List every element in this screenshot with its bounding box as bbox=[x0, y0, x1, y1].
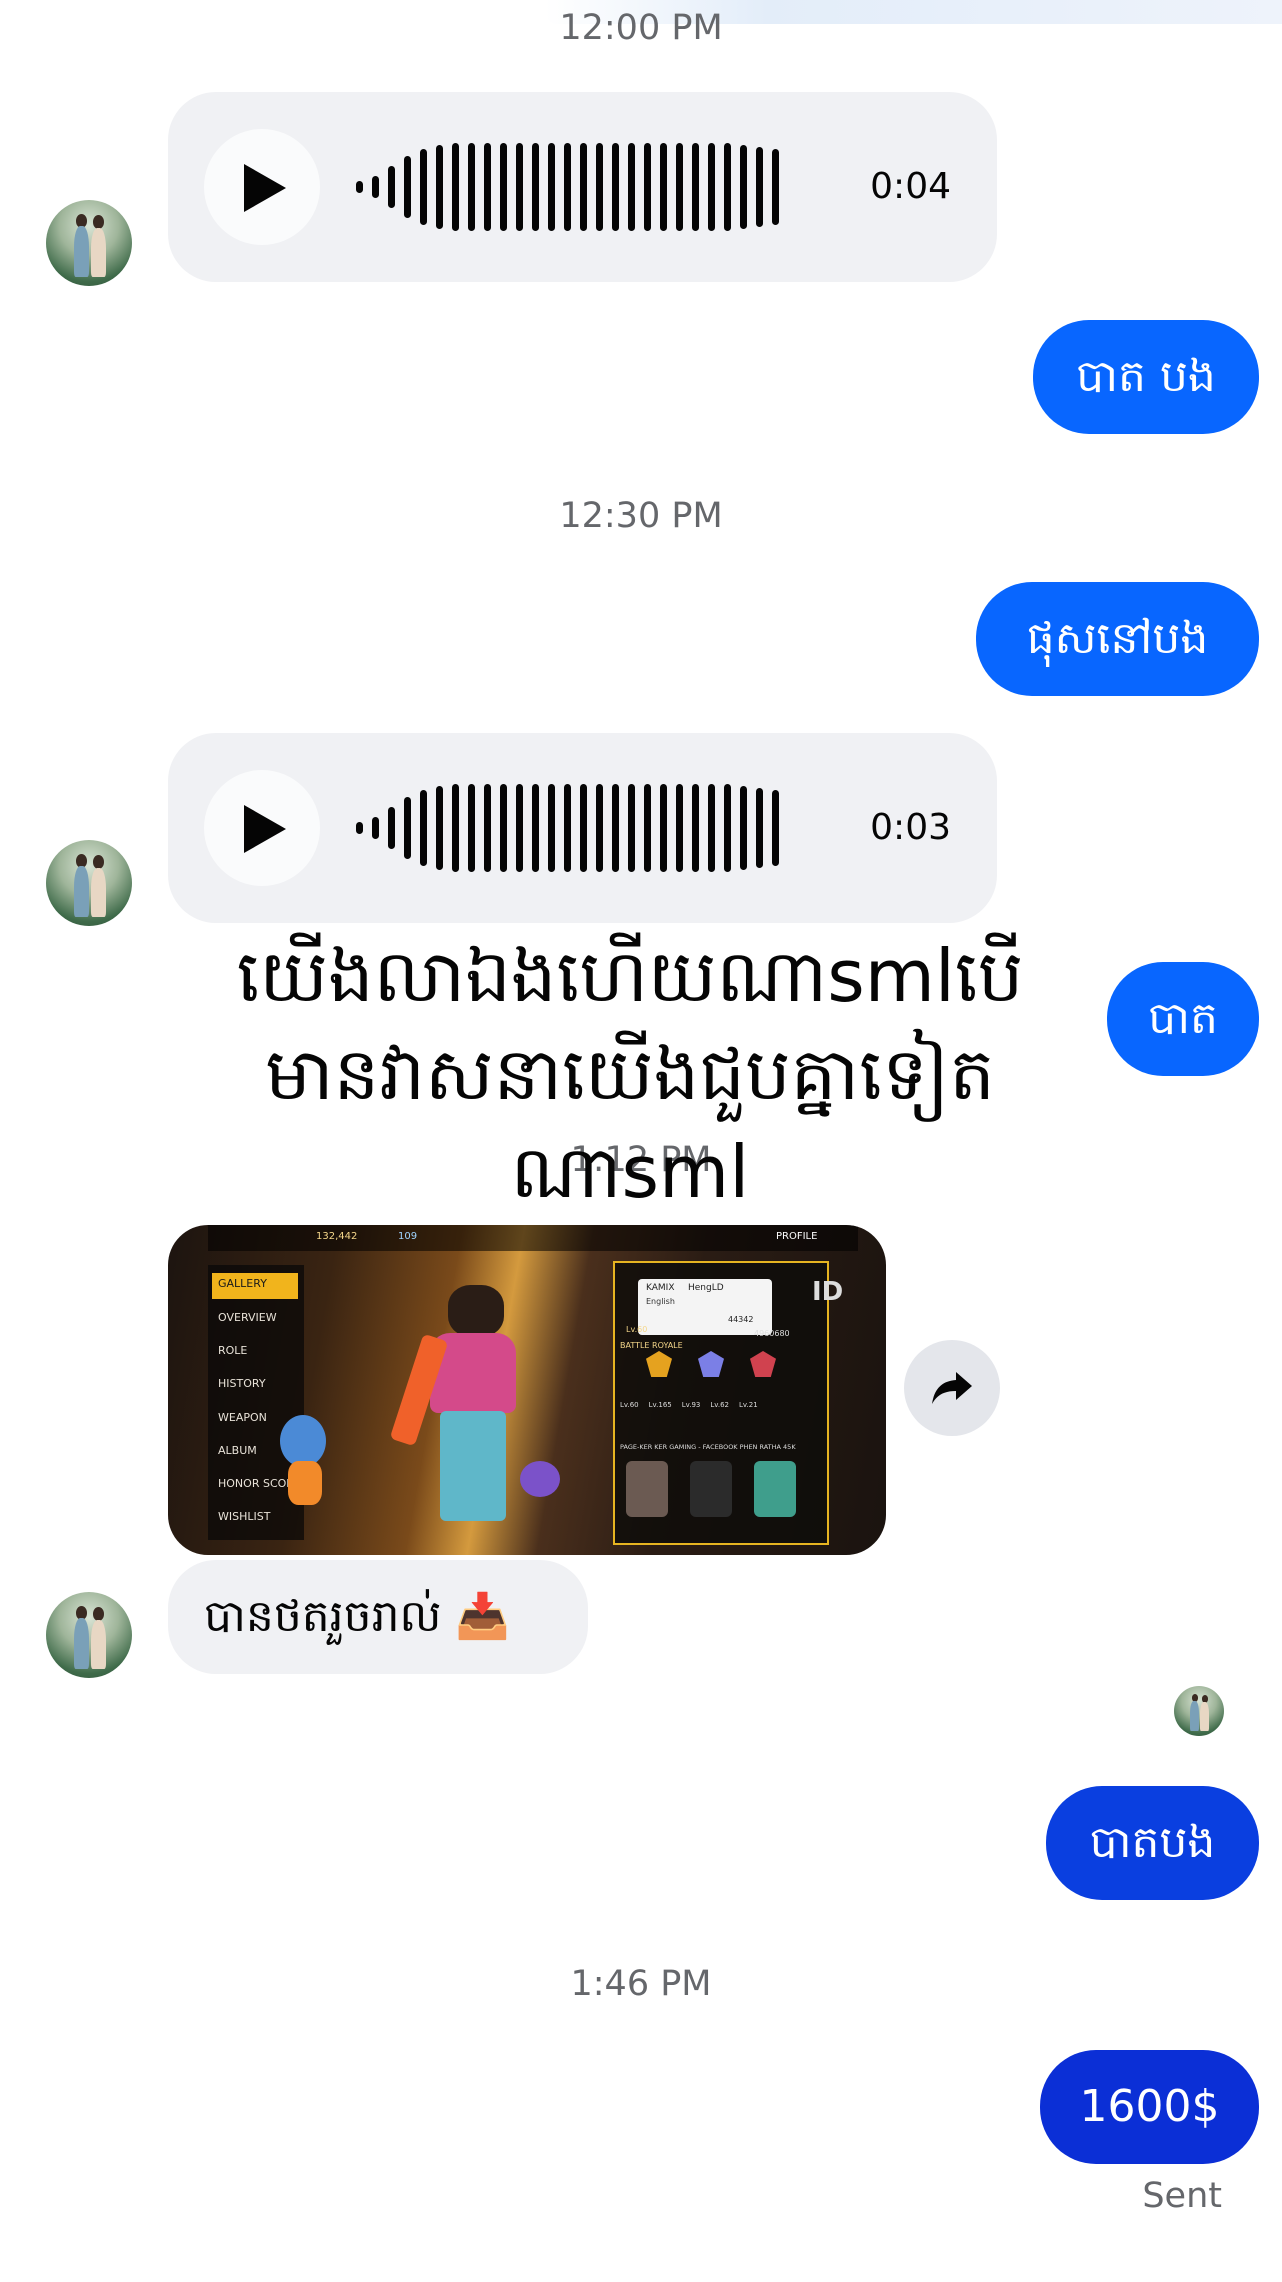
player-name: KAMIX bbox=[646, 1283, 675, 1293]
game-menu-item: OVERVIEW bbox=[218, 1311, 277, 1324]
outgoing-message[interactable]: ផុសនៅបង bbox=[976, 582, 1259, 696]
level-item: Lv.165 bbox=[648, 1401, 672, 1409]
outfit-slot bbox=[690, 1461, 732, 1517]
game-menu-item: WEAPON bbox=[218, 1411, 267, 1424]
read-receipt-avatar bbox=[1174, 1686, 1224, 1736]
game-menu-item: GALLERY bbox=[218, 1277, 267, 1290]
game-top-bar bbox=[208, 1225, 858, 1251]
level-item: Lv.60 bbox=[620, 1401, 639, 1409]
character-legs bbox=[440, 1411, 506, 1521]
timestamp: 12:00 PM bbox=[559, 8, 723, 48]
game-diamonds: 109 bbox=[398, 1231, 418, 1242]
level-item: Lv.62 bbox=[710, 1401, 730, 1409]
game-mode: BATTLE ROYALE bbox=[620, 1341, 683, 1350]
game-menu-item: ALBUM bbox=[218, 1444, 257, 1457]
play-button[interactable] bbox=[204, 770, 320, 886]
game-menu-item: WISHLIST bbox=[218, 1510, 271, 1523]
timestamp: 1:46 PM bbox=[570, 1964, 712, 2004]
player-tag: HengLD bbox=[688, 1283, 724, 1293]
incoming-message[interactable]: បានថតរួចរាល់ 📥 bbox=[168, 1560, 588, 1674]
contact-avatar[interactable] bbox=[46, 1592, 132, 1678]
audio-waveform bbox=[356, 143, 779, 231]
level-item: Lv.93 bbox=[681, 1401, 701, 1409]
outgoing-message[interactable]: បាត បង bbox=[1033, 320, 1259, 434]
overlay-caption-line: ណាsml bbox=[510, 1130, 750, 1214]
voice-message[interactable]: 0:03 bbox=[168, 733, 997, 923]
play-icon bbox=[244, 164, 286, 212]
audio-waveform bbox=[356, 784, 779, 872]
forward-button[interactable] bbox=[904, 1340, 1000, 1436]
play-button[interactable] bbox=[204, 129, 320, 245]
shared-image[interactable]: GALLERY OVERVIEW ROLE HISTORY WEAPON ALB… bbox=[168, 1225, 886, 1555]
player-language: English bbox=[646, 1297, 675, 1306]
share-arrow-icon bbox=[932, 1372, 972, 1404]
timestamp: 12:30 PM bbox=[559, 496, 723, 536]
player-uid: 4960680 bbox=[754, 1329, 790, 1338]
game-menu-item: HISTORY bbox=[218, 1377, 266, 1390]
audio-duration: 0:03 bbox=[870, 807, 951, 848]
audio-duration: 0:04 bbox=[870, 166, 951, 207]
pet-figure bbox=[520, 1461, 560, 1497]
player-likes: 44342 bbox=[728, 1315, 754, 1324]
player-level: Lv.60 bbox=[626, 1325, 648, 1334]
game-coins: 132,442 bbox=[316, 1231, 358, 1242]
outgoing-message[interactable]: 1600$ bbox=[1040, 2050, 1259, 2164]
outgoing-message[interactable]: បាតបង bbox=[1046, 1786, 1259, 1900]
outfit-slot bbox=[626, 1461, 668, 1517]
game-profile-label: PROFILE bbox=[776, 1231, 818, 1242]
overlay-caption-line: មានវាសនាយើងជួបគ្នាទៀត bbox=[265, 1032, 995, 1116]
id-badge: ID bbox=[812, 1277, 844, 1307]
level-row: Lv.60 Lv.165 Lv.93 Lv.62 Lv.21 bbox=[620, 1401, 758, 1409]
character-head bbox=[448, 1285, 504, 1337]
outgoing-message[interactable]: បាត bbox=[1107, 962, 1259, 1076]
overlay-caption-line: យើងលាឯងហើយណាsmlបើ bbox=[236, 934, 1024, 1018]
guild-line: PAGE-KER KER GAMING - FACEBOOK PHEN RATH… bbox=[620, 1443, 796, 1451]
contact-avatar[interactable] bbox=[46, 200, 132, 286]
play-icon bbox=[244, 805, 286, 853]
level-item: Lv.21 bbox=[739, 1401, 758, 1409]
pet-figure bbox=[288, 1461, 322, 1505]
message-status: Sent bbox=[1142, 2176, 1222, 2216]
pet-figure bbox=[280, 1415, 326, 1467]
outfit-slot bbox=[754, 1461, 796, 1517]
game-menu-item: ROLE bbox=[218, 1344, 248, 1357]
voice-message[interactable]: 0:04 bbox=[168, 92, 997, 282]
contact-avatar[interactable] bbox=[46, 840, 132, 926]
